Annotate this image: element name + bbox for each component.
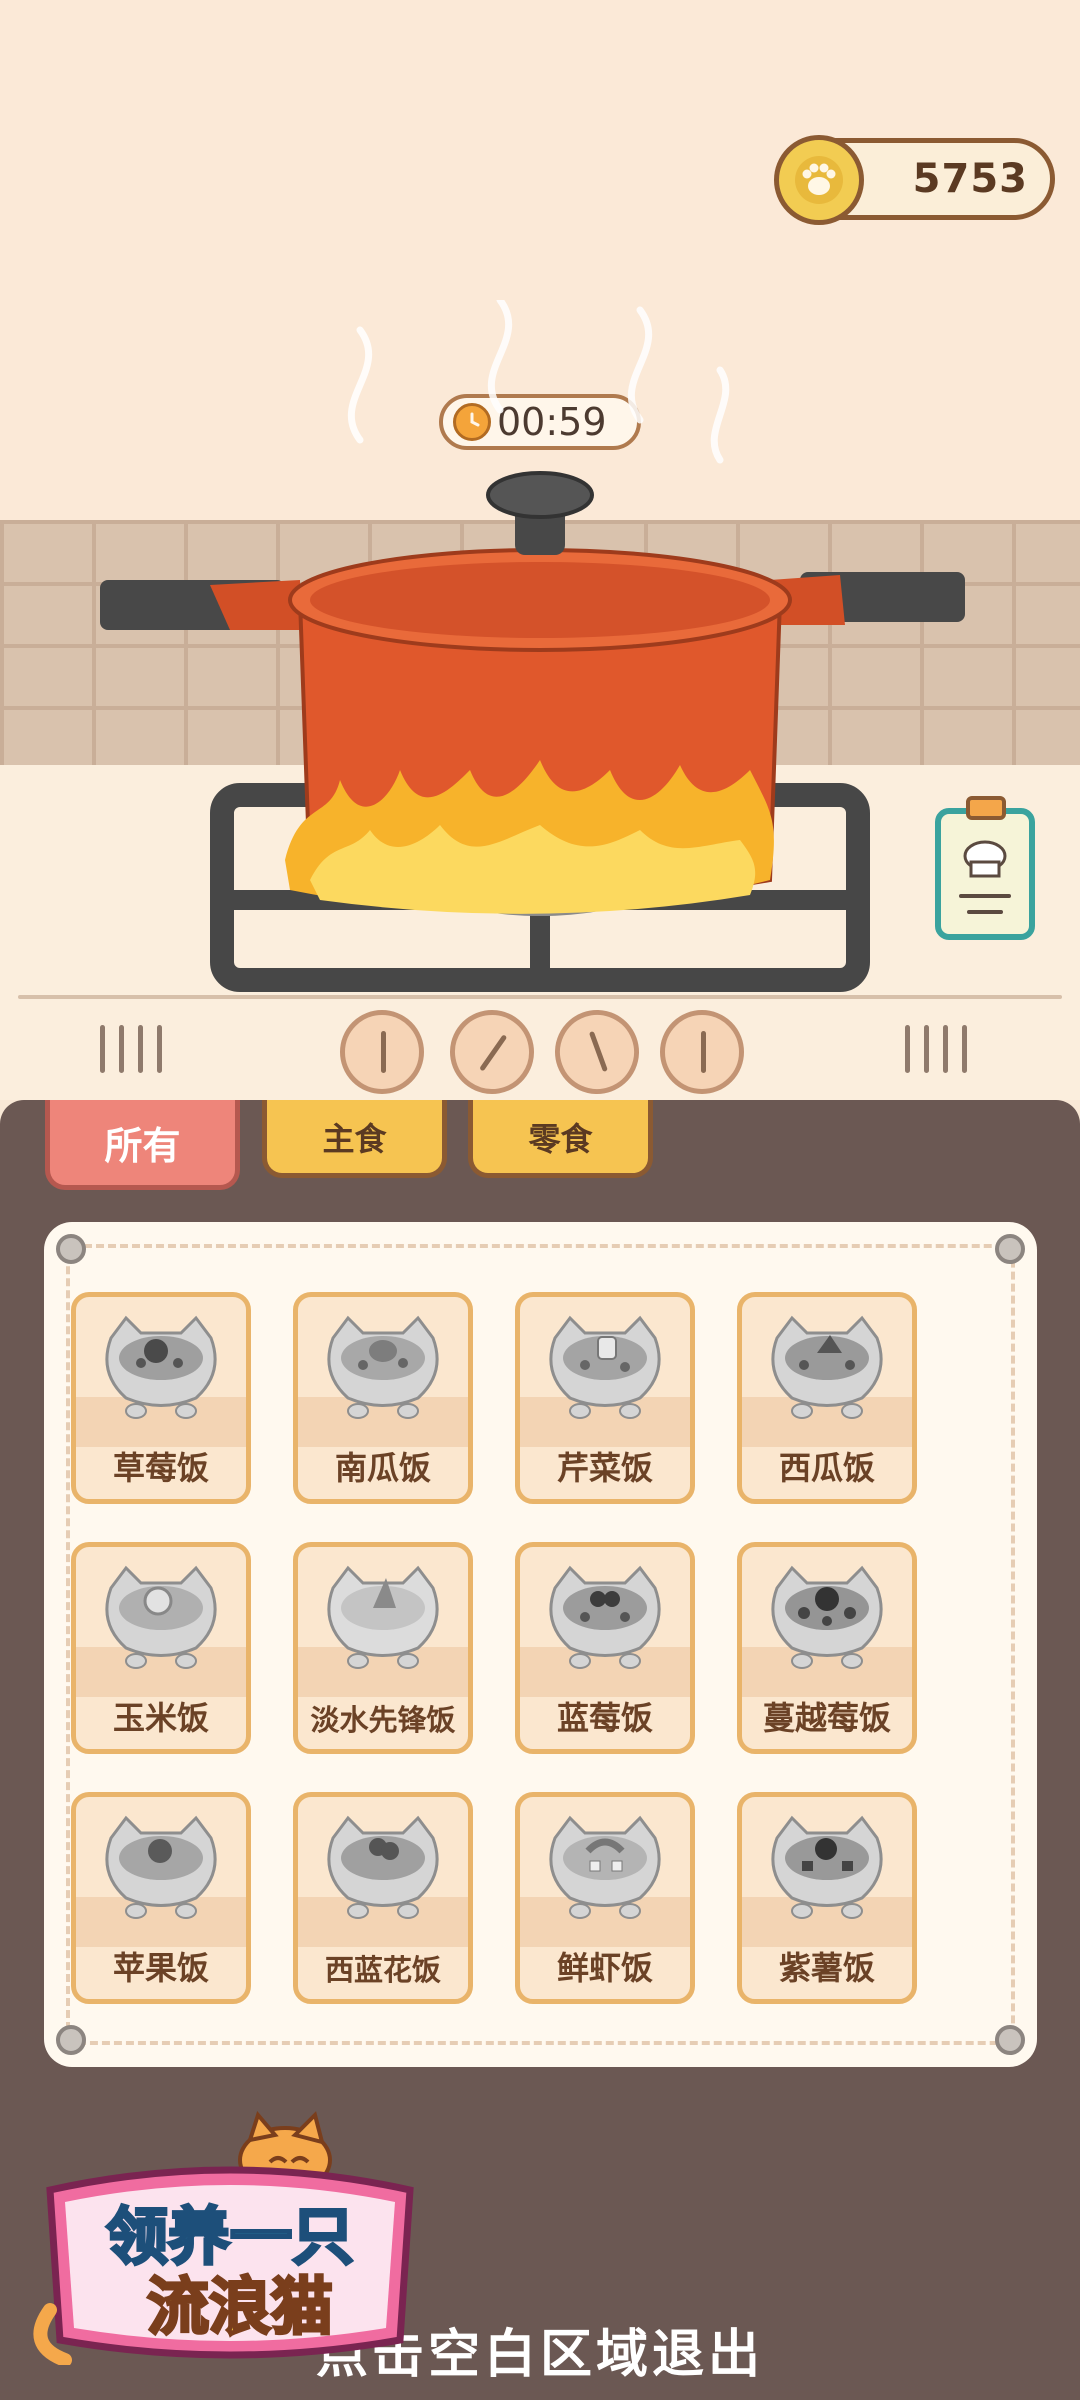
steam-icon bbox=[347, 300, 730, 464]
dish-card[interactable]: 南瓜饭 bbox=[293, 1292, 473, 1504]
vent-right bbox=[905, 1025, 967, 1073]
dish-card[interactable]: 鲜虾饭 bbox=[515, 1792, 695, 2004]
tab-all[interactable]: 所有 bbox=[45, 1100, 240, 1190]
dish-name: 淡水先锋饭 bbox=[310, 1703, 456, 1737]
cat-bowl-icon bbox=[105, 1565, 217, 1669]
cat-bowl-icon bbox=[105, 1315, 217, 1419]
coin-counter: 5753 bbox=[774, 135, 1055, 225]
pot-on-stove bbox=[100, 300, 965, 992]
dish-card[interactable]: 苹果饭 bbox=[71, 1792, 251, 2004]
cat-bowl-icon bbox=[549, 1565, 661, 1669]
dish-name: 蓝莓饭 bbox=[556, 1699, 653, 1737]
cat-bowl-icon bbox=[771, 1565, 883, 1669]
screw-icon bbox=[995, 2025, 1025, 2055]
stove-knob-1[interactable] bbox=[340, 1010, 424, 1094]
dish-name: 西瓜饭 bbox=[778, 1449, 875, 1487]
dish-name: 蔓越莓饭 bbox=[762, 1699, 891, 1737]
cat-bowl-icon bbox=[327, 1815, 439, 1919]
dish-card[interactable]: 草莓饭 bbox=[71, 1292, 251, 1504]
screw-icon bbox=[995, 1234, 1025, 1264]
cat-bowl-icon bbox=[327, 1565, 439, 1669]
screw-icon bbox=[56, 1234, 86, 1264]
screw-icon bbox=[56, 2025, 86, 2055]
logo-line-2: 流浪猫 bbox=[147, 2270, 333, 2343]
dish-card[interactable]: 淡水先锋饭 bbox=[293, 1542, 473, 1754]
recipe-book-button[interactable] bbox=[935, 796, 1035, 940]
dish-card[interactable]: 紫薯饭 bbox=[737, 1792, 917, 2004]
dish-card[interactable]: 蓝莓饭 bbox=[515, 1542, 695, 1754]
cat-bowl-icon bbox=[105, 1815, 217, 1919]
logo-line-1: 领养一只 bbox=[106, 2200, 354, 2273]
dish-grid: 草莓饭 南瓜饭 芹菜饭 西瓜饭 玉米饭 淡水先锋饭 蓝莓饭 蔓越莓饭 苹果饭 西… bbox=[71, 1292, 917, 2004]
cat-bowl-icon bbox=[549, 1315, 661, 1419]
tab-main-food[interactable]: 主食 bbox=[262, 1100, 447, 1178]
cat-bowl-icon bbox=[549, 1815, 661, 1919]
dish-name: 芹菜饭 bbox=[556, 1449, 653, 1487]
recipe-icon bbox=[959, 840, 1011, 914]
cat-bowl-icon bbox=[327, 1315, 439, 1419]
dish-name: 紫薯饭 bbox=[778, 1949, 875, 1987]
dish-name: 苹果饭 bbox=[112, 1949, 209, 1987]
paw-coin-icon bbox=[774, 135, 864, 225]
vent-left bbox=[100, 1025, 162, 1073]
game-logo: 领养一只 流浪猫 bbox=[33, 2110, 414, 2365]
dish-name: 西蓝花饭 bbox=[324, 1953, 441, 1987]
dish-card[interactable]: 蔓越莓饭 bbox=[737, 1542, 917, 1754]
stove-knob-4[interactable] bbox=[660, 1010, 744, 1094]
dish-name: 鲜虾饭 bbox=[556, 1949, 653, 1987]
cat-bowl-icon bbox=[771, 1315, 883, 1419]
dish-card[interactable]: 芹菜饭 bbox=[515, 1292, 695, 1504]
cat-bowl-icon bbox=[771, 1815, 883, 1919]
dish-name: 玉米饭 bbox=[112, 1699, 209, 1737]
dish-card[interactable]: 西瓜饭 bbox=[737, 1292, 917, 1504]
coin-value: 5753 bbox=[912, 156, 1028, 202]
dish-name: 草莓饭 bbox=[112, 1449, 209, 1487]
tab-snacks[interactable]: 零食 bbox=[468, 1100, 653, 1178]
dish-card[interactable]: 玉米饭 bbox=[71, 1542, 251, 1754]
dish-card[interactable]: 西蓝花饭 bbox=[293, 1792, 473, 2004]
dish-name: 南瓜饭 bbox=[334, 1449, 431, 1487]
